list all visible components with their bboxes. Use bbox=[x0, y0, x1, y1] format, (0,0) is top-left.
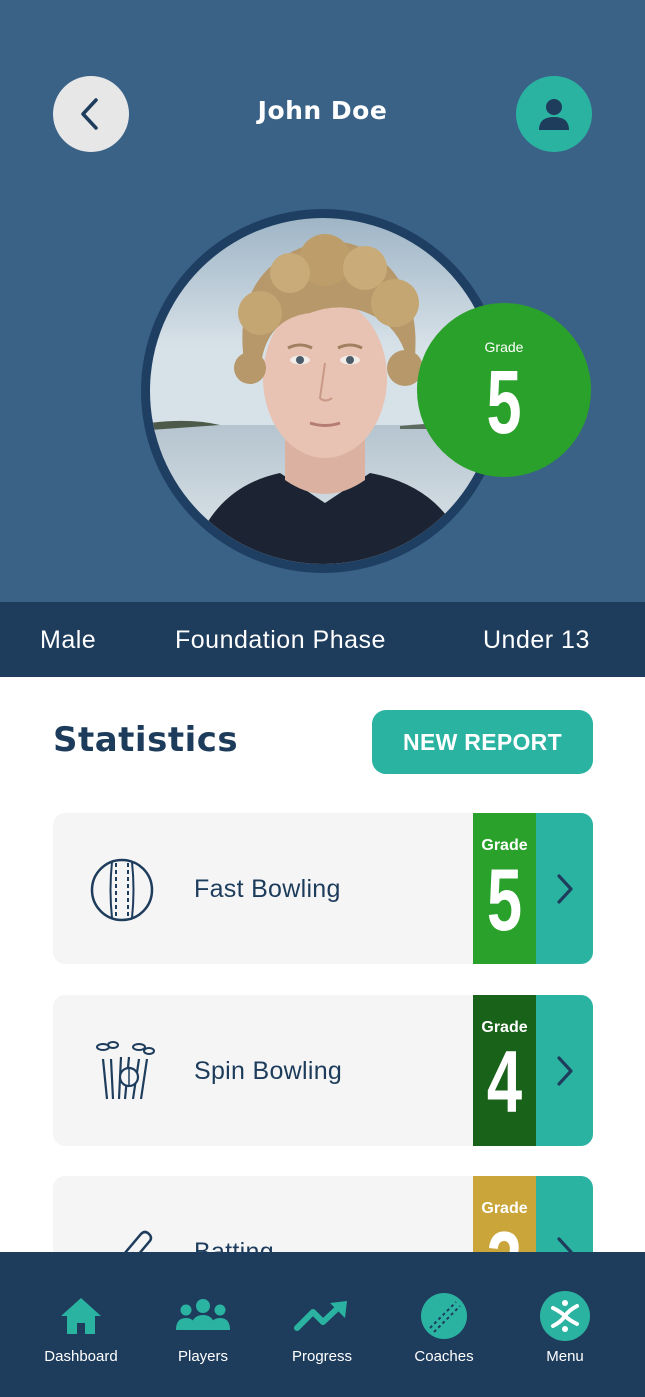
stat-grade-badge: Grade 5 bbox=[473, 813, 536, 964]
nav-item-dashboard[interactable]: Dashboard bbox=[21, 1292, 141, 1365]
profile-grade-badge: Grade 5 bbox=[417, 303, 591, 477]
chevron-right-icon bbox=[556, 873, 573, 904]
trend-up-icon bbox=[294, 1292, 350, 1340]
stat-card-label: Spin Bowling bbox=[194, 1057, 343, 1085]
nav-label: Progress bbox=[291, 1348, 353, 1365]
stat-card-label: Fast Bowling bbox=[194, 875, 341, 903]
chevron-right-icon bbox=[556, 1055, 573, 1086]
gender-label: Male bbox=[40, 626, 97, 654]
new-report-button[interactable]: NEW REPORT bbox=[372, 710, 593, 774]
home-icon bbox=[53, 1292, 109, 1340]
wickets-icon bbox=[89, 1039, 157, 1105]
phase-label: Foundation Phase bbox=[175, 626, 386, 654]
open-stat-button[interactable] bbox=[536, 813, 593, 964]
statistics-heading: Statistics bbox=[53, 720, 239, 760]
nav-label: Coaches bbox=[414, 1348, 474, 1365]
user-icon bbox=[539, 99, 569, 130]
cricket-ball-icon bbox=[416, 1292, 472, 1340]
nav-item-progress[interactable]: Progress bbox=[262, 1292, 382, 1365]
open-stat-button[interactable] bbox=[536, 995, 593, 1146]
menu-logo-icon bbox=[537, 1291, 593, 1341]
nav-item-menu[interactable]: Menu bbox=[505, 1291, 625, 1365]
stat-grade-value: 4 bbox=[486, 1032, 523, 1131]
bottom-nav: Dashboard Players Progress Coaches Menu bbox=[0, 1252, 645, 1397]
grade-value: 5 bbox=[486, 353, 522, 453]
profile-button[interactable] bbox=[516, 76, 592, 152]
stat-card-spin-bowling[interactable]: Spin Bowling Grade 4 bbox=[53, 995, 593, 1146]
stat-grade-value: 5 bbox=[486, 850, 523, 949]
nav-item-players[interactable]: Players bbox=[143, 1292, 263, 1365]
profile-header: John Doe Grade 5 bbox=[0, 0, 645, 602]
nav-label: Dashboard bbox=[44, 1348, 118, 1365]
stat-card-fast-bowling[interactable]: Fast Bowling Grade 5 bbox=[53, 813, 593, 964]
nav-label: Menu bbox=[546, 1348, 584, 1365]
player-info-bar: Male Foundation Phase Under 13 bbox=[0, 602, 645, 677]
age-group-label: Under 13 bbox=[483, 626, 590, 654]
players-icon bbox=[175, 1292, 231, 1340]
nav-item-coaches[interactable]: Coaches bbox=[384, 1292, 504, 1365]
cricket-ball-icon bbox=[89, 857, 157, 923]
stat-grade-badge: Grade 4 bbox=[473, 995, 536, 1146]
nav-label: Players bbox=[177, 1348, 229, 1365]
